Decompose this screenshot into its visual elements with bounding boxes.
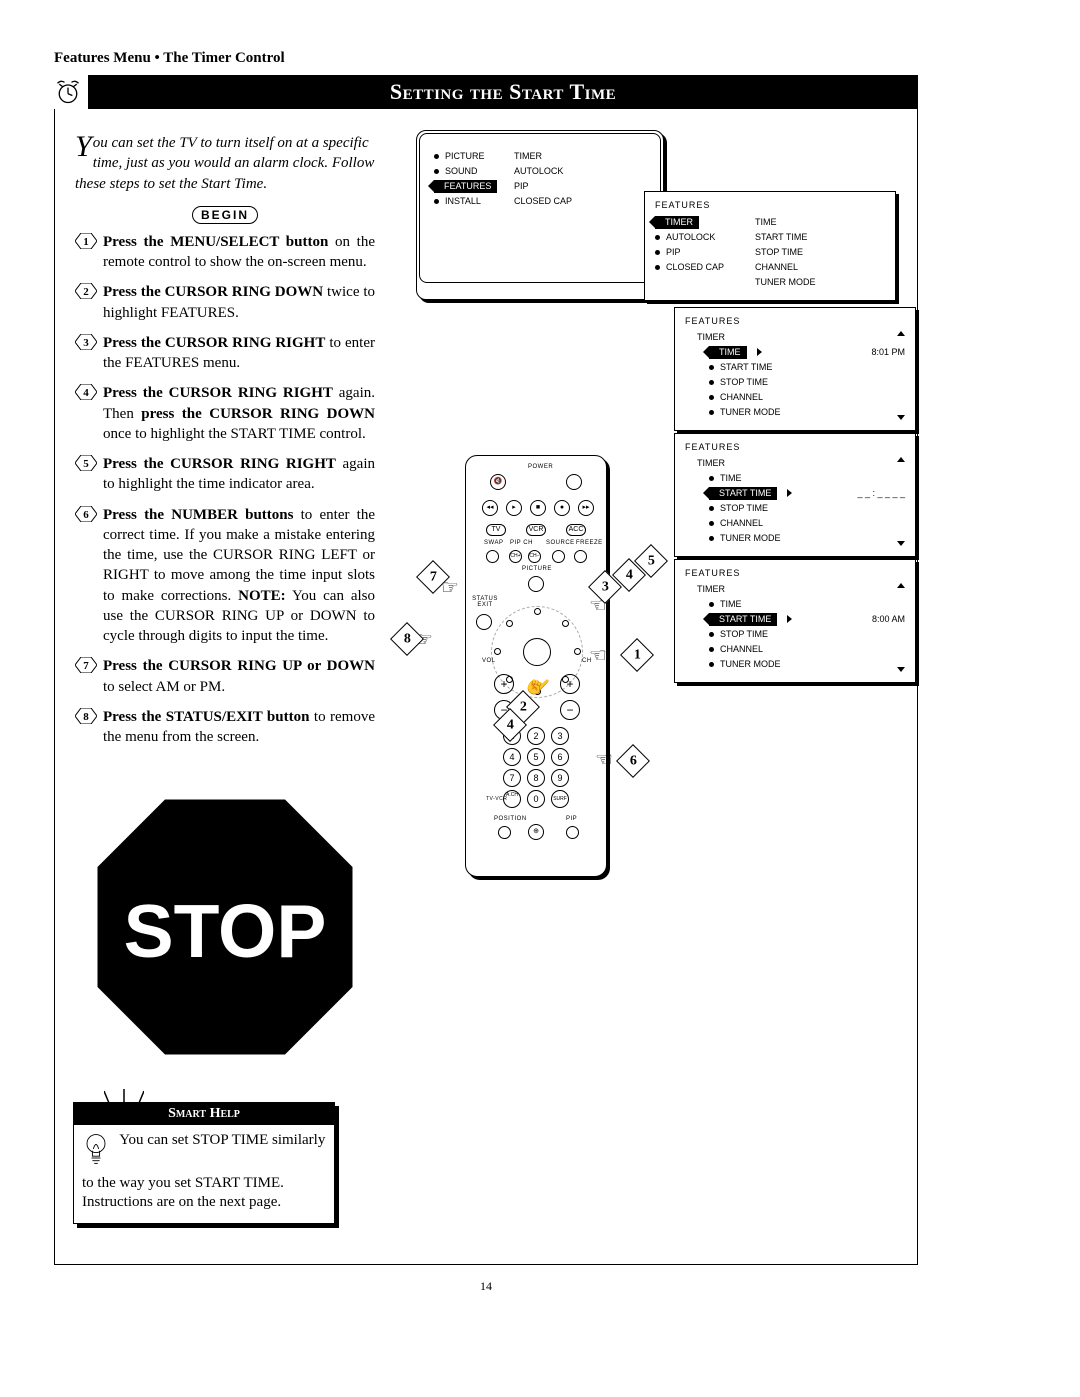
step-3: 3 Press the CURSOR RING RIGHT to enter t… <box>103 333 375 374</box>
surf-button: SURF <box>551 790 569 808</box>
page-number: 14 <box>54 1279 918 1294</box>
pointer-hand-icon: ☜ <box>595 747 613 772</box>
step-1: 1 Press the MENU/SELECT button on the re… <box>103 232 375 273</box>
selected-features: FEATURES <box>434 180 497 193</box>
record-button: ● <box>554 500 570 516</box>
ffwd-button: ▸▸ <box>578 500 594 516</box>
stop-icon: STOP <box>75 1064 375 1081</box>
svg-text:5: 5 <box>83 458 89 470</box>
step-number-1: 1 <box>75 233 97 253</box>
panel-timer-2: FEATURES TIMER TIME START TIME_ _ : _ _ … <box>674 433 916 557</box>
smart-help-box: Smart Help You can set STOP TIME similar… <box>73 1102 335 1224</box>
breadcrumb: Features Menu • The Timer Control <box>54 50 918 67</box>
arrow-up-icon <box>897 331 905 336</box>
step-8: 8 Press the STATUS/EXIT button to remove… <box>103 707 375 748</box>
instructions-column: You can set the TV to turn itself on at … <box>75 133 375 1224</box>
pointer-hand-icon: ☜ <box>589 643 607 668</box>
svg-text:STOP: STOP <box>124 889 327 973</box>
vcr-button: VCR <box>526 524 546 536</box>
step-5: 5 Press the CURSOR RING RIGHT again to h… <box>103 454 375 495</box>
step-2: 2 Press the CURSOR RING DOWN twice to hi… <box>103 282 375 323</box>
alarm-clock-icon <box>54 78 82 106</box>
step-4: 4 Press the CURSOR RING RIGHT again. The… <box>103 383 375 444</box>
rewind-button: ◂◂ <box>482 500 498 516</box>
svg-text:8: 8 <box>83 711 89 723</box>
mute-button: 🔇 <box>490 474 506 490</box>
begin-marker: BEGIN <box>192 206 258 224</box>
step-7: 7 Press the CURSOR RING UP or DOWN to se… <box>103 656 375 697</box>
dropcap: Y <box>75 133 92 160</box>
tv-menu-col-a: PICTURE SOUND FEATURES INSTALL <box>434 148 514 209</box>
svg-text:1: 1 <box>83 236 89 248</box>
remote-control: POWER 🔇 ◂◂ ▸ ■ ● ▸▸ TV VCR ACC SWAP PIP … <box>465 455 607 877</box>
intro-text: You can set the TV to turn itself on at … <box>75 133 375 194</box>
svg-text:6: 6 <box>83 509 89 521</box>
power-button <box>566 474 582 490</box>
tv-screen-panel: PICTURE SOUND FEATURES INSTALL TIMER AUT… <box>419 133 661 283</box>
title-bar: Setting the Start Time <box>54 75 918 109</box>
svg-text:7: 7 <box>83 660 89 672</box>
svg-text:3: 3 <box>83 337 89 349</box>
status-exit-button <box>476 614 492 630</box>
svg-text:4: 4 <box>83 387 89 399</box>
smart-help-title: Smart Help <box>74 1103 334 1125</box>
callout-1: 1 <box>620 638 654 672</box>
step-6: 6 Press the NUMBER buttons to enter the … <box>103 505 375 647</box>
lightbulb-icon <box>82 1131 116 1174</box>
content-frame: You can set the TV to turn itself on at … <box>54 109 918 1265</box>
arrow-down-icon <box>897 415 905 420</box>
acc-button: ACC <box>566 524 586 536</box>
panel-timer-1: FEATURES TIMER TIME8:01 PM START TIME ST… <box>674 307 916 431</box>
arrow-right-icon <box>757 348 762 356</box>
tv-button: TV <box>486 524 506 536</box>
play-button: ▸ <box>506 500 522 516</box>
diagram-column: PICTURE SOUND FEATURES INSTALL TIMER AUT… <box>399 133 897 1224</box>
panel-timer-3: FEATURES TIMER TIME START TIME8:00 AM ST… <box>674 559 916 683</box>
tv-menu-col-b: TIMER AUTOLOCK PIP CLOSED CAP <box>514 148 604 209</box>
page-title: Setting the Start Time <box>88 75 918 109</box>
callout-6: 6 <box>616 744 650 778</box>
stop-button: ■ <box>530 500 546 516</box>
svg-text:2: 2 <box>83 286 89 298</box>
menu-select-button <box>523 638 551 666</box>
panel-features: FEATURES TIMER AUTOLOCK PIP CLOSED CAP T… <box>644 191 896 301</box>
light-rays-icon <box>104 1089 144 1105</box>
smart-help-body: You can set STOP TIME similarly to the w… <box>82 1132 325 1210</box>
